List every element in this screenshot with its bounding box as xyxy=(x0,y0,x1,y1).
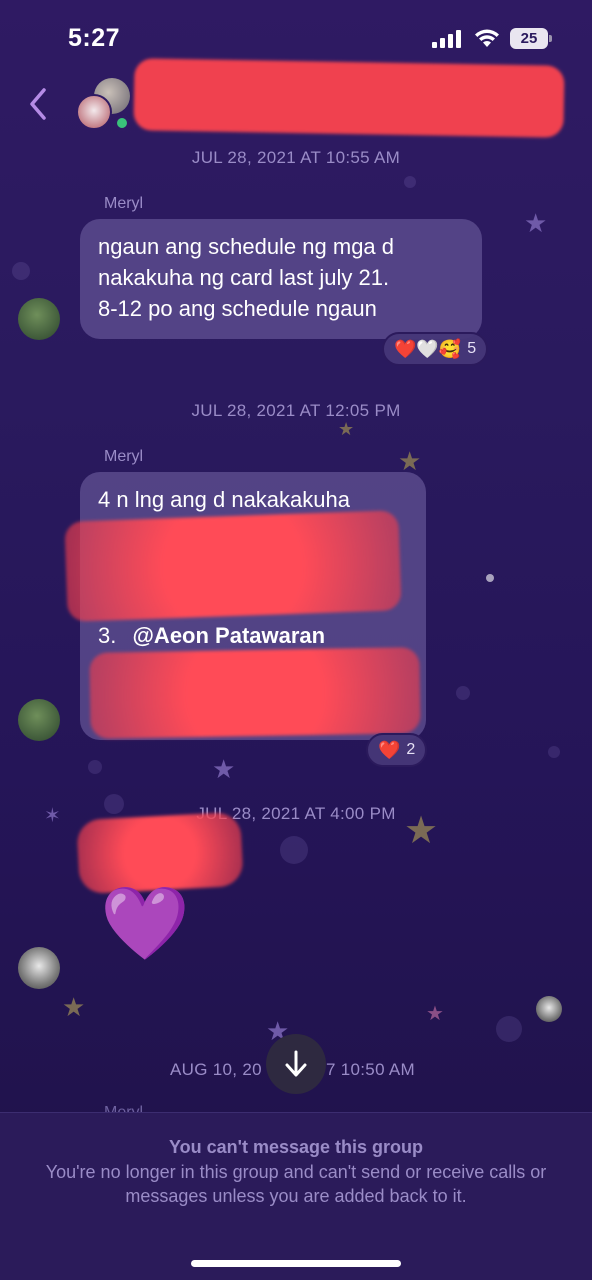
message-line: ngaun ang schedule ng mga d xyxy=(98,234,395,259)
glow-orb xyxy=(548,746,560,758)
glow-orb xyxy=(496,1016,522,1042)
message-timestamp: JUL 28, 2021 AT 10:55 AM xyxy=(191,148,401,167)
glow-orb xyxy=(404,176,416,188)
wifi-icon xyxy=(475,29,499,47)
message-bubble[interactable]: ngaun ang schedule ng mga d nakakuha ng … xyxy=(80,219,482,339)
back-button[interactable] xyxy=(20,84,54,124)
message-line: nakakuha ng card last july 21. xyxy=(98,265,390,290)
message-line: 4 n lng ang d nakakakuha xyxy=(98,487,350,512)
footer-text: You're no longer in this group and can't… xyxy=(45,1162,547,1206)
group-avatar[interactable] xyxy=(76,78,132,134)
star-decoration: ★ xyxy=(398,446,422,476)
glow-orb xyxy=(88,760,102,774)
glow-orb xyxy=(12,262,30,280)
glow-orb xyxy=(280,836,308,864)
message-timestamp: JUL 28, 2021 AT 4:00 PM xyxy=(196,804,396,823)
reaction-emojis: ❤️ xyxy=(378,739,401,760)
star-decoration: ★ xyxy=(524,208,548,238)
home-indicator[interactable] xyxy=(191,1260,401,1267)
redacted-group-name xyxy=(133,58,565,138)
online-status-dot xyxy=(114,115,130,131)
user-mention[interactable]: @Aeon Patawaran xyxy=(132,623,325,648)
avatar[interactable] xyxy=(18,699,60,741)
reaction-emojis: ❤️🤍🥰 xyxy=(394,338,462,359)
redacted-text xyxy=(89,647,421,739)
scroll-to-bottom-button[interactable] xyxy=(266,1034,326,1094)
star-decoration: ★ xyxy=(212,754,236,784)
message-timestamp: JUL 28, 2021 AT 12:05 PM xyxy=(191,401,401,420)
footer-title: You can't message this group xyxy=(169,1137,423,1157)
reactions-badge[interactable]: ❤️ 2 xyxy=(366,733,428,767)
reaction-count: 2 xyxy=(406,741,416,758)
sender-name: Meryl xyxy=(104,448,144,465)
list-number: 3. xyxy=(98,623,117,648)
star-decoration: ★ xyxy=(338,419,355,439)
status-time: 5:27 xyxy=(68,24,121,52)
redacted-text xyxy=(64,510,402,622)
message-timestamp: 7 10:50 AM xyxy=(326,1060,416,1079)
arrow-down-icon xyxy=(285,1050,307,1077)
message-timestamp: AUG 10, 20 xyxy=(170,1060,262,1079)
cellular-signal-icon xyxy=(432,30,461,48)
star-decoration: ★ xyxy=(426,1003,444,1025)
list-item: 3. @Aeon Patawaran xyxy=(98,620,325,651)
avatar[interactable] xyxy=(18,298,60,340)
glow-orb xyxy=(456,686,470,700)
sender-name: Meryl xyxy=(104,195,144,212)
redacted-sender-name xyxy=(76,811,244,895)
message-line: 8-12 po ang schedule ngaun xyxy=(98,296,377,321)
battery-icon: 25 xyxy=(510,28,552,49)
reaction-count: 5 xyxy=(467,340,477,357)
purple-heart-emoji[interactable]: 💜 xyxy=(100,888,190,960)
avatar[interactable] xyxy=(18,947,60,989)
avatar xyxy=(76,94,112,130)
group-notice-footer: You can't message this group You're no l… xyxy=(0,1112,592,1280)
glow-orb xyxy=(486,574,494,582)
reactions-badge[interactable]: ❤️🤍🥰 5 xyxy=(382,332,489,366)
read-receipt-avatar xyxy=(536,996,562,1022)
star-decoration: ★ xyxy=(62,992,86,1022)
